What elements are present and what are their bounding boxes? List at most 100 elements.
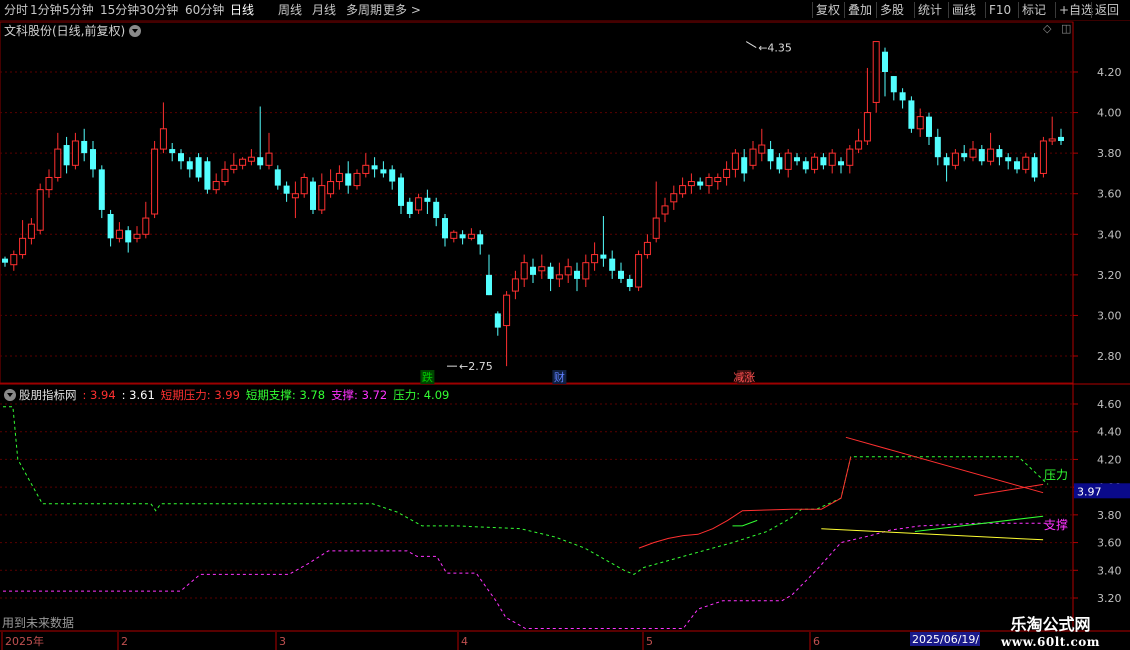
indicator-tick-label: 4.20 <box>1097 453 1122 466</box>
candle-body-up <box>230 164 238 170</box>
candle-body-up <box>652 217 660 239</box>
price-tick-label: 4.00 <box>1097 107 1122 120</box>
candle-body-up <box>450 231 458 239</box>
candle-body-down <box>626 278 633 288</box>
candle-body-up <box>731 152 739 170</box>
indicator-value-4: 支撑: 3.72 <box>331 388 388 402</box>
candle-body-down <box>486 274 492 296</box>
indicator-tick-label: 4.40 <box>1097 426 1122 439</box>
candle-body-up <box>555 274 563 280</box>
price-tick-label: 4.20 <box>1097 66 1122 79</box>
candle-body-up <box>291 193 299 199</box>
indicator-tick-label: 3.80 <box>1097 509 1122 522</box>
candle-body-down <box>882 51 888 72</box>
candle-body-up <box>415 197 423 211</box>
candle-body-down <box>98 169 105 210</box>
watermark: 乐淘公式网 www.60lt.com <box>1001 611 1100 649</box>
candle-body-up <box>1022 156 1030 170</box>
candle-body-up <box>353 172 361 187</box>
candle-body-up <box>318 185 326 211</box>
candle-body-up <box>679 185 687 195</box>
candle-body-down <box>961 153 968 158</box>
indicator-value-0: : 3.94 <box>82 388 116 402</box>
event-marker[interactable]: 跌 <box>422 370 433 384</box>
date-label: 3 <box>279 635 286 648</box>
candle-body-up <box>643 241 651 256</box>
candle-body-down <box>618 270 624 279</box>
kline-chart[interactable]: 4.20 4.00 3.80 3.60 3.40 3.20 3.00 2.80 4.60 4.40… <box>0 0 1130 650</box>
candle-body-down <box>186 161 193 170</box>
date-label: 4 <box>461 635 468 648</box>
candle-body-down <box>908 100 915 129</box>
candle-body-down <box>794 157 800 162</box>
candle-body-up <box>71 140 79 166</box>
candle-body-down <box>978 149 985 162</box>
candle-body-down <box>380 169 387 174</box>
event-marker[interactable]: 减涨 <box>733 371 755 384</box>
candle-body-up <box>45 176 53 191</box>
indicator-series-line <box>3 522 1048 629</box>
candle-body-down <box>310 181 316 210</box>
candle-body-up <box>687 181 695 187</box>
candle-body-down <box>371 165 378 170</box>
watermark-text: 乐淘公式网 <box>1010 615 1091 634</box>
candle-body-up <box>538 266 546 272</box>
candle-body-up <box>564 266 572 276</box>
candle-body-down <box>996 149 1003 158</box>
candle-body-up <box>969 148 977 158</box>
candle-body-up <box>54 148 62 178</box>
candle-body-down <box>820 157 827 166</box>
indicator-value-2: 短期压力: 3.99 <box>160 388 240 402</box>
price-tick-label: 3.20 <box>1097 269 1122 282</box>
candle-body-down <box>398 177 404 206</box>
candle-body-up <box>142 217 150 235</box>
candle-body-up <box>503 294 511 327</box>
candle-body-down <box>890 76 897 93</box>
candle-body-up <box>27 223 35 239</box>
candle-body-up <box>758 144 766 154</box>
candle-body-down <box>169 149 176 154</box>
candle-body-up <box>10 254 18 266</box>
candle-body-up <box>159 128 167 150</box>
candle-body-down <box>574 270 580 279</box>
candle-body-up <box>872 41 880 103</box>
candle-body-down <box>697 181 704 186</box>
main-panel-frame <box>0 21 1074 384</box>
event-marker[interactable]: 财 <box>554 370 565 384</box>
candle-body-down <box>2 258 8 263</box>
candle-body-up <box>714 176 722 183</box>
annotation-arrow <box>745 41 757 49</box>
candle-body-down <box>609 258 616 271</box>
candle-body-down <box>547 266 554 279</box>
candle-body-up <box>784 152 792 170</box>
candle-body-up <box>265 152 273 166</box>
date-label: 2025年 <box>5 634 44 648</box>
candle-body-down <box>283 185 290 194</box>
candle-body-down <box>934 136 941 158</box>
price-tick-label: 3.00 <box>1097 309 1122 322</box>
support-label: 支撑 <box>1044 517 1068 532</box>
indicator-tick-label: 3.20 <box>1097 592 1122 605</box>
indicator-series-line <box>914 515 1044 532</box>
indicator-name: 股朋指标网 <box>19 388 77 402</box>
candle-body-up <box>705 176 713 187</box>
candle-body-up <box>749 148 757 166</box>
candle-body-up <box>916 116 924 130</box>
candle-body-up <box>591 254 599 264</box>
indicator-title[interactable]: 股朋指标网: 3.94: 3.61 短期压力: 3.99 短期支撑: 3.78 支撑:… <box>4 387 455 403</box>
indicator-value-3: 短期支撑: 3.78 <box>245 388 326 402</box>
candle-body-down <box>442 218 448 239</box>
candle-body-down <box>767 149 774 162</box>
price-tick-label: 3.40 <box>1097 228 1122 241</box>
indicator-tick-label: 3.60 <box>1097 537 1122 550</box>
candle-body-up <box>520 262 528 280</box>
candle-body-up <box>212 181 220 191</box>
indicator-value-5: 压力: 4.09 <box>393 388 450 402</box>
candle-body-up <box>811 156 819 170</box>
future-data-note: 用到未来数据 <box>2 616 75 630</box>
candle-body-down <box>1058 136 1064 141</box>
candle-body-down <box>90 149 96 170</box>
candle-body-down <box>1031 157 1038 178</box>
indicator-dropdown-icon[interactable] <box>4 389 16 401</box>
candle-body-up <box>723 168 731 178</box>
